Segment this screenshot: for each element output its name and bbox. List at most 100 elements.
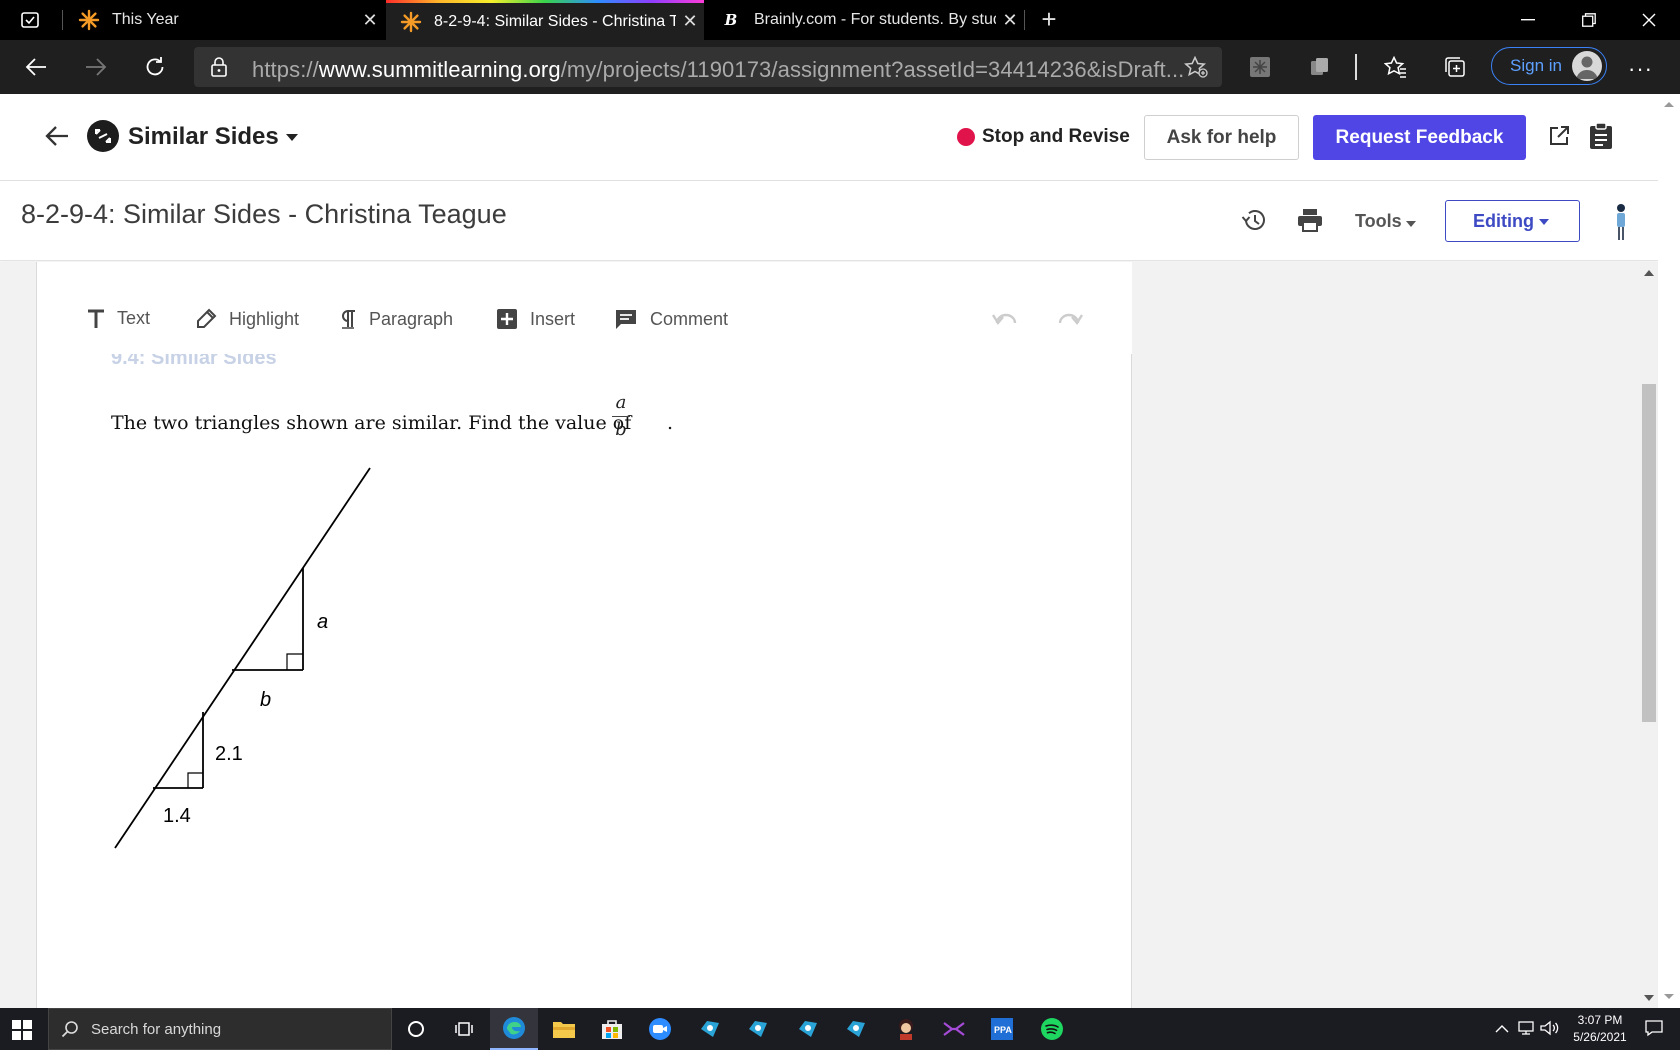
favorites-icon[interactable] xyxy=(1383,55,1408,79)
network-icon[interactable] xyxy=(1518,1020,1536,1039)
taskbar-search-field[interactable]: Search for anything xyxy=(48,1008,392,1050)
tab-title: Brainly.com - For students. By students. xyxy=(754,11,996,28)
url-text: https://www.summitlearning.org/my/projec… xyxy=(252,57,1185,82)
url-field[interactable]: https://www.summitlearning.org/my/projec… xyxy=(194,47,1222,87)
window-close-icon[interactable] xyxy=(1618,0,1680,40)
tab-similar-sides[interactable]: 8-2-9-4: Similar Sides - Christina Teagu… xyxy=(386,0,704,40)
status-dot-icon xyxy=(957,128,975,146)
game-icon-3[interactable] xyxy=(784,1008,832,1050)
inner-scrollbar[interactable] xyxy=(1640,262,1658,1008)
spotify-icon[interactable] xyxy=(1028,1008,1076,1050)
game-icon-4[interactable] xyxy=(832,1008,880,1050)
lock-icon[interactable] xyxy=(210,57,228,82)
taskbar-search-placeholder: Search for anything xyxy=(91,1020,222,1038)
scroll-up-arrow-icon[interactable] xyxy=(1664,102,1674,107)
version-history-icon[interactable] xyxy=(1241,208,1267,237)
insert-tool-label: Insert xyxy=(530,308,576,329)
notifications-icon[interactable] xyxy=(1645,1019,1663,1040)
transversal-line xyxy=(114,467,371,849)
label-a: a xyxy=(317,611,328,633)
add-favorite-star-icon[interactable] xyxy=(1183,55,1208,83)
request-feedback-button[interactable]: Request Feedback xyxy=(1313,115,1526,160)
tools-caret-icon[interactable] xyxy=(1406,221,1416,227)
project-dropdown-caret-icon[interactable] xyxy=(286,134,298,141)
project-title[interactable]: Similar Sides xyxy=(128,123,279,151)
ask-for-help-button[interactable]: Ask for help xyxy=(1144,115,1299,160)
zoom-icon[interactable] xyxy=(636,1008,684,1050)
scroll-up-arrow-icon[interactable] xyxy=(1644,270,1654,276)
volume-icon[interactable] xyxy=(1540,1020,1560,1039)
main-content-area: Text Highlight Paragraph Insert Comment xyxy=(0,262,1658,1008)
extension-icon[interactable] xyxy=(1248,55,1272,79)
project-icon xyxy=(87,120,119,152)
redo-icon[interactable] xyxy=(1057,310,1084,331)
highlight-tool-button[interactable]: Highlight xyxy=(195,308,299,330)
system-clock[interactable]: 3:07 PM 5/26/2021 xyxy=(1568,1012,1632,1046)
settings-more-icon[interactable]: ··· xyxy=(1628,56,1653,82)
sign-in-button[interactable]: Sign in xyxy=(1491,47,1607,85)
game-icon-2[interactable] xyxy=(734,1008,782,1050)
tray-chevron-up-icon[interactable] xyxy=(1495,1020,1509,1036)
restore-icon[interactable] xyxy=(1558,0,1620,40)
tab-actions-icon[interactable] xyxy=(10,6,50,34)
file-explorer-icon[interactable] xyxy=(540,1008,588,1050)
new-tab-plus-icon[interactable]: + xyxy=(1033,6,1065,34)
search-icon xyxy=(61,1021,78,1038)
fraction-numerator: a xyxy=(615,392,627,413)
store-icon[interactable] xyxy=(588,1008,636,1050)
scrollbar-thumb[interactable] xyxy=(1642,384,1656,722)
small-triangle xyxy=(153,712,204,789)
back-icon[interactable] xyxy=(18,49,54,85)
highlight-tool-label: Highlight xyxy=(229,308,300,329)
browser-address-bar: https://www.summitlearning.org/my/projec… xyxy=(0,40,1680,94)
label-b: b xyxy=(260,689,271,711)
tab-separator xyxy=(1024,10,1025,30)
edge-browser-icon[interactable] xyxy=(490,1008,538,1050)
fraction-denominator: b xyxy=(615,419,627,440)
editing-caret-icon xyxy=(1539,219,1549,225)
app-blue-square-icon[interactable]: PPA xyxy=(978,1008,1026,1050)
task-view-icon[interactable] xyxy=(440,1008,488,1050)
undo-icon[interactable] xyxy=(991,310,1018,331)
open-in-new-window-icon[interactable] xyxy=(1547,124,1571,153)
paragraph-tool-button[interactable]: Paragraph xyxy=(339,308,453,330)
label-2-1: 2.1 xyxy=(215,743,243,765)
extension-puzzle-icon[interactable] xyxy=(1307,55,1331,79)
close-tab-icon[interactable]: ✕ xyxy=(356,10,384,31)
insert-tool-button[interactable]: Insert xyxy=(496,308,575,330)
windows-start-icon[interactable] xyxy=(12,1020,32,1040)
editor-toolbar: Text Highlight Paragraph Insert Comment xyxy=(37,262,1133,354)
clock-date: 5/26/2021 xyxy=(1573,1030,1627,1044)
brainly-b-icon: B xyxy=(724,11,738,29)
tools-menu[interactable]: Tools xyxy=(1355,211,1402,232)
game-icon-1[interactable] xyxy=(686,1008,734,1050)
cortana-icon[interactable] xyxy=(392,1008,440,1050)
tab-this-year[interactable]: This Year ✕ xyxy=(64,0,384,40)
comment-tool-button[interactable]: Comment xyxy=(614,308,728,330)
close-tab-icon[interactable]: ✕ xyxy=(996,10,1024,31)
app-purple-icon[interactable] xyxy=(930,1008,978,1050)
page-scrollbar[interactable] xyxy=(1658,94,1680,1008)
scroll-down-arrow-icon[interactable] xyxy=(1644,995,1654,1001)
summit-sun-icon xyxy=(78,9,100,31)
status-label: Stop and Revise xyxy=(982,126,1130,147)
section-heading-scrolled: 9.4: Similar Sides xyxy=(111,354,277,368)
minimize-icon[interactable] xyxy=(1497,0,1559,40)
text-tool-button[interactable]: Text xyxy=(87,308,150,329)
collections-icon[interactable] xyxy=(1443,55,1467,79)
back-arrow-icon[interactable] xyxy=(44,124,70,153)
editing-label: Editing xyxy=(1473,210,1534,231)
refresh-icon[interactable] xyxy=(137,49,173,85)
print-icon[interactable] xyxy=(1297,208,1323,237)
right-angle-mark xyxy=(187,772,203,788)
forward-icon[interactable] xyxy=(78,49,114,85)
document-title-bar: 8-2-9-4: Similar Sides - Christina Teagu… xyxy=(0,181,1658,261)
editing-mode-dropdown[interactable]: Editing xyxy=(1445,200,1580,242)
clipboard-icon[interactable] xyxy=(1588,122,1614,155)
close-tab-icon[interactable]: ✕ xyxy=(676,11,704,32)
user-figure-icon[interactable] xyxy=(1612,203,1630,241)
document-page[interactable]: Text Highlight Paragraph Insert Comment xyxy=(36,262,1133,1008)
roblox-character-icon[interactable] xyxy=(882,1008,930,1050)
tab-brainly[interactable]: B Brainly.com - For students. By student… xyxy=(706,0,1024,40)
scroll-down-arrow-icon[interactable] xyxy=(1664,994,1674,999)
